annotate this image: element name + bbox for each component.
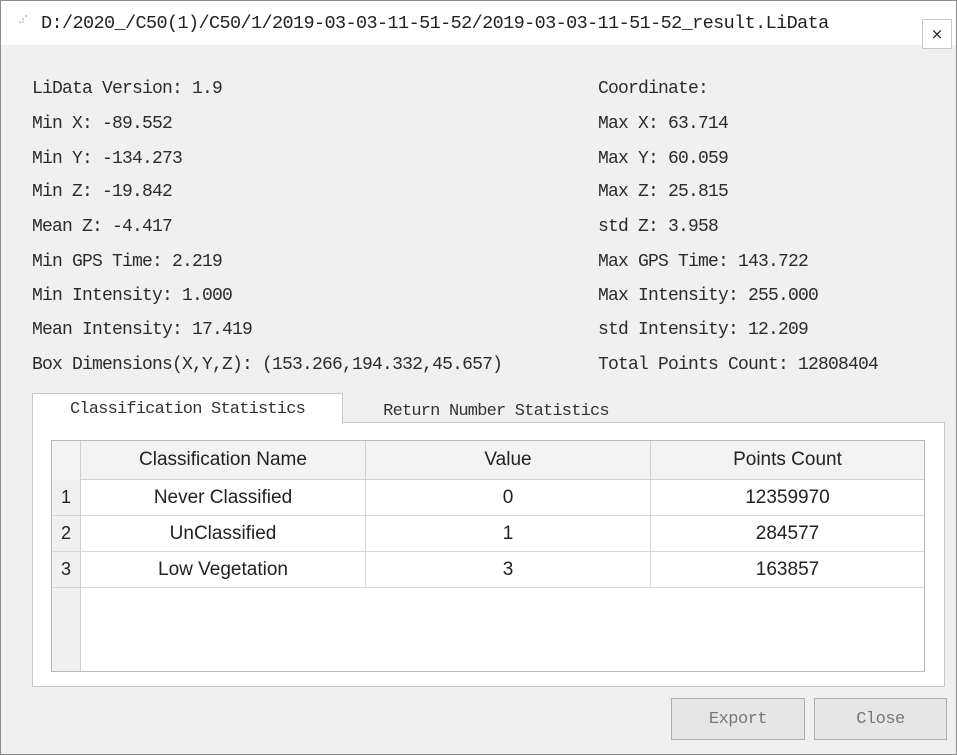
tab-panel: Classification Name Value Points Count 1…: [32, 422, 945, 687]
lidata-version: LiData Version: 1.9: [32, 79, 223, 99]
cell-points-count[interactable]: 284577: [651, 516, 924, 551]
mean-intensity: Mean Intensity: 17.419: [32, 320, 253, 340]
window-title: D:/2020_/C50(1)/C50/1/2019-03-03-11-51-5…: [41, 13, 829, 34]
max-y: Max Y: 60.059: [598, 149, 729, 169]
title-bar: D:/2020_/C50(1)/C50/1/2019-03-03-11-51-5…: [1, 1, 956, 49]
max-gps-time: Max GPS Time: 143.722: [598, 252, 809, 272]
cell-classification-name[interactable]: Never Classified: [81, 480, 366, 515]
column-header-value[interactable]: Value: [366, 441, 651, 479]
row-number[interactable]: 2: [52, 516, 81, 551]
total-points-count: Total Points Count: 12808404: [598, 355, 879, 375]
classification-table[interactable]: Classification Name Value Points Count 1…: [51, 440, 925, 672]
table-row[interactable]: 3 Low Vegetation 3 163857: [52, 552, 924, 588]
min-y: Min Y: -134.273: [32, 149, 183, 169]
column-header-points-count[interactable]: Points Count: [651, 441, 924, 479]
table-corner[interactable]: [52, 441, 81, 480]
min-x: Min X: -89.552: [32, 114, 173, 134]
min-gps-time: Min GPS Time: 2.219: [32, 252, 223, 272]
row-number[interactable]: 3: [52, 552, 81, 587]
export-button[interactable]: Export: [671, 698, 805, 740]
statistics-dialog: D:/2020_/C50(1)/C50/1/2019-03-03-11-51-5…: [0, 0, 957, 755]
cell-value[interactable]: 0: [366, 480, 651, 515]
std-intensity: std Intensity: 12.209: [598, 320, 809, 340]
row-number[interactable]: 1: [52, 480, 81, 515]
column-header-classification-name[interactable]: Classification Name: [81, 441, 366, 479]
box-dimensions: Box Dimensions(X,Y,Z): (153.266,194.332,…: [32, 355, 503, 375]
max-z: Max Z: 25.815: [598, 182, 729, 202]
cell-classification-name[interactable]: UnClassified: [81, 516, 366, 551]
close-icon[interactable]: ×: [922, 19, 952, 49]
cell-points-count[interactable]: 163857: [651, 552, 924, 587]
mean-z: Mean Z: -4.417: [32, 217, 173, 237]
close-button[interactable]: Close: [814, 698, 947, 740]
table-row[interactable]: 2 UnClassified 1 284577: [52, 516, 924, 552]
cell-value[interactable]: 1: [366, 516, 651, 551]
cell-classification-name[interactable]: Low Vegetation: [81, 552, 366, 587]
table-row[interactable]: 1 Never Classified 0 12359970: [52, 480, 924, 516]
tab-classification-statistics[interactable]: Classification Statistics: [32, 393, 343, 424]
coordinate: Coordinate:: [598, 79, 709, 99]
std-z: std Z: 3.958: [598, 217, 719, 237]
max-x: Max X: 63.714: [598, 114, 729, 134]
max-intensity: Max Intensity: 255.000: [598, 286, 819, 306]
table-header: Classification Name Value Points Count: [52, 441, 924, 480]
cell-value[interactable]: 3: [366, 552, 651, 587]
min-intensity: Min Intensity: 1.000: [32, 286, 233, 306]
min-z: Min Z: -19.842: [32, 182, 173, 202]
cell-points-count[interactable]: 12359970: [651, 480, 924, 515]
app-icon: [17, 12, 29, 24]
